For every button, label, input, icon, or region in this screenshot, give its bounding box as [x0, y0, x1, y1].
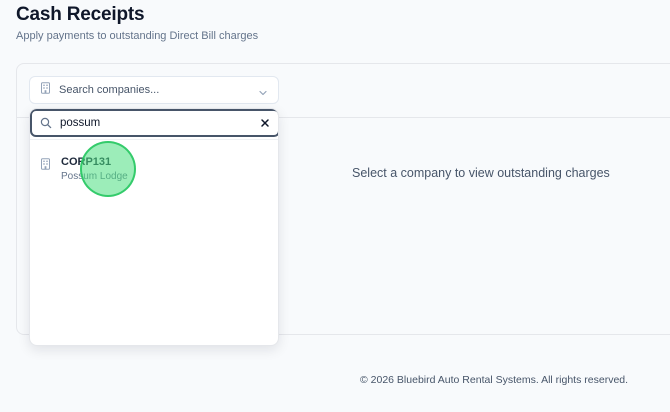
company-option[interactable]: CORP131 Possum Lodge: [30, 147, 278, 189]
clear-search-icon[interactable]: [260, 118, 270, 128]
footer-copyright: © 2026 Bluebird Auto Rental Systems. All…: [360, 374, 629, 386]
dropdown-divider: [30, 139, 278, 140]
page-title: Cash Receipts: [16, 4, 145, 25]
search-icon: [40, 117, 52, 129]
building-icon: [40, 157, 51, 175]
empty-state-message: Select a company to view outstanding cha…: [352, 166, 610, 180]
building-icon: [40, 81, 51, 99]
page-subtitle: Apply payments to outstanding Direct Bil…: [16, 30, 259, 42]
company-option-code: CORP131: [61, 156, 112, 168]
company-search-box: [30, 109, 278, 137]
company-dropdown: CORP131 Possum Lodge: [29, 108, 279, 346]
company-option-text: CORP131 Possum Lodge: [61, 155, 128, 184]
company-option-name: Possum Lodge: [61, 171, 128, 182]
company-select-placeholder: Search companies...: [59, 84, 160, 96]
chevron-down-icon: [258, 85, 268, 96]
company-select[interactable]: Search companies...: [29, 76, 279, 104]
company-search-input[interactable]: [60, 117, 260, 129]
